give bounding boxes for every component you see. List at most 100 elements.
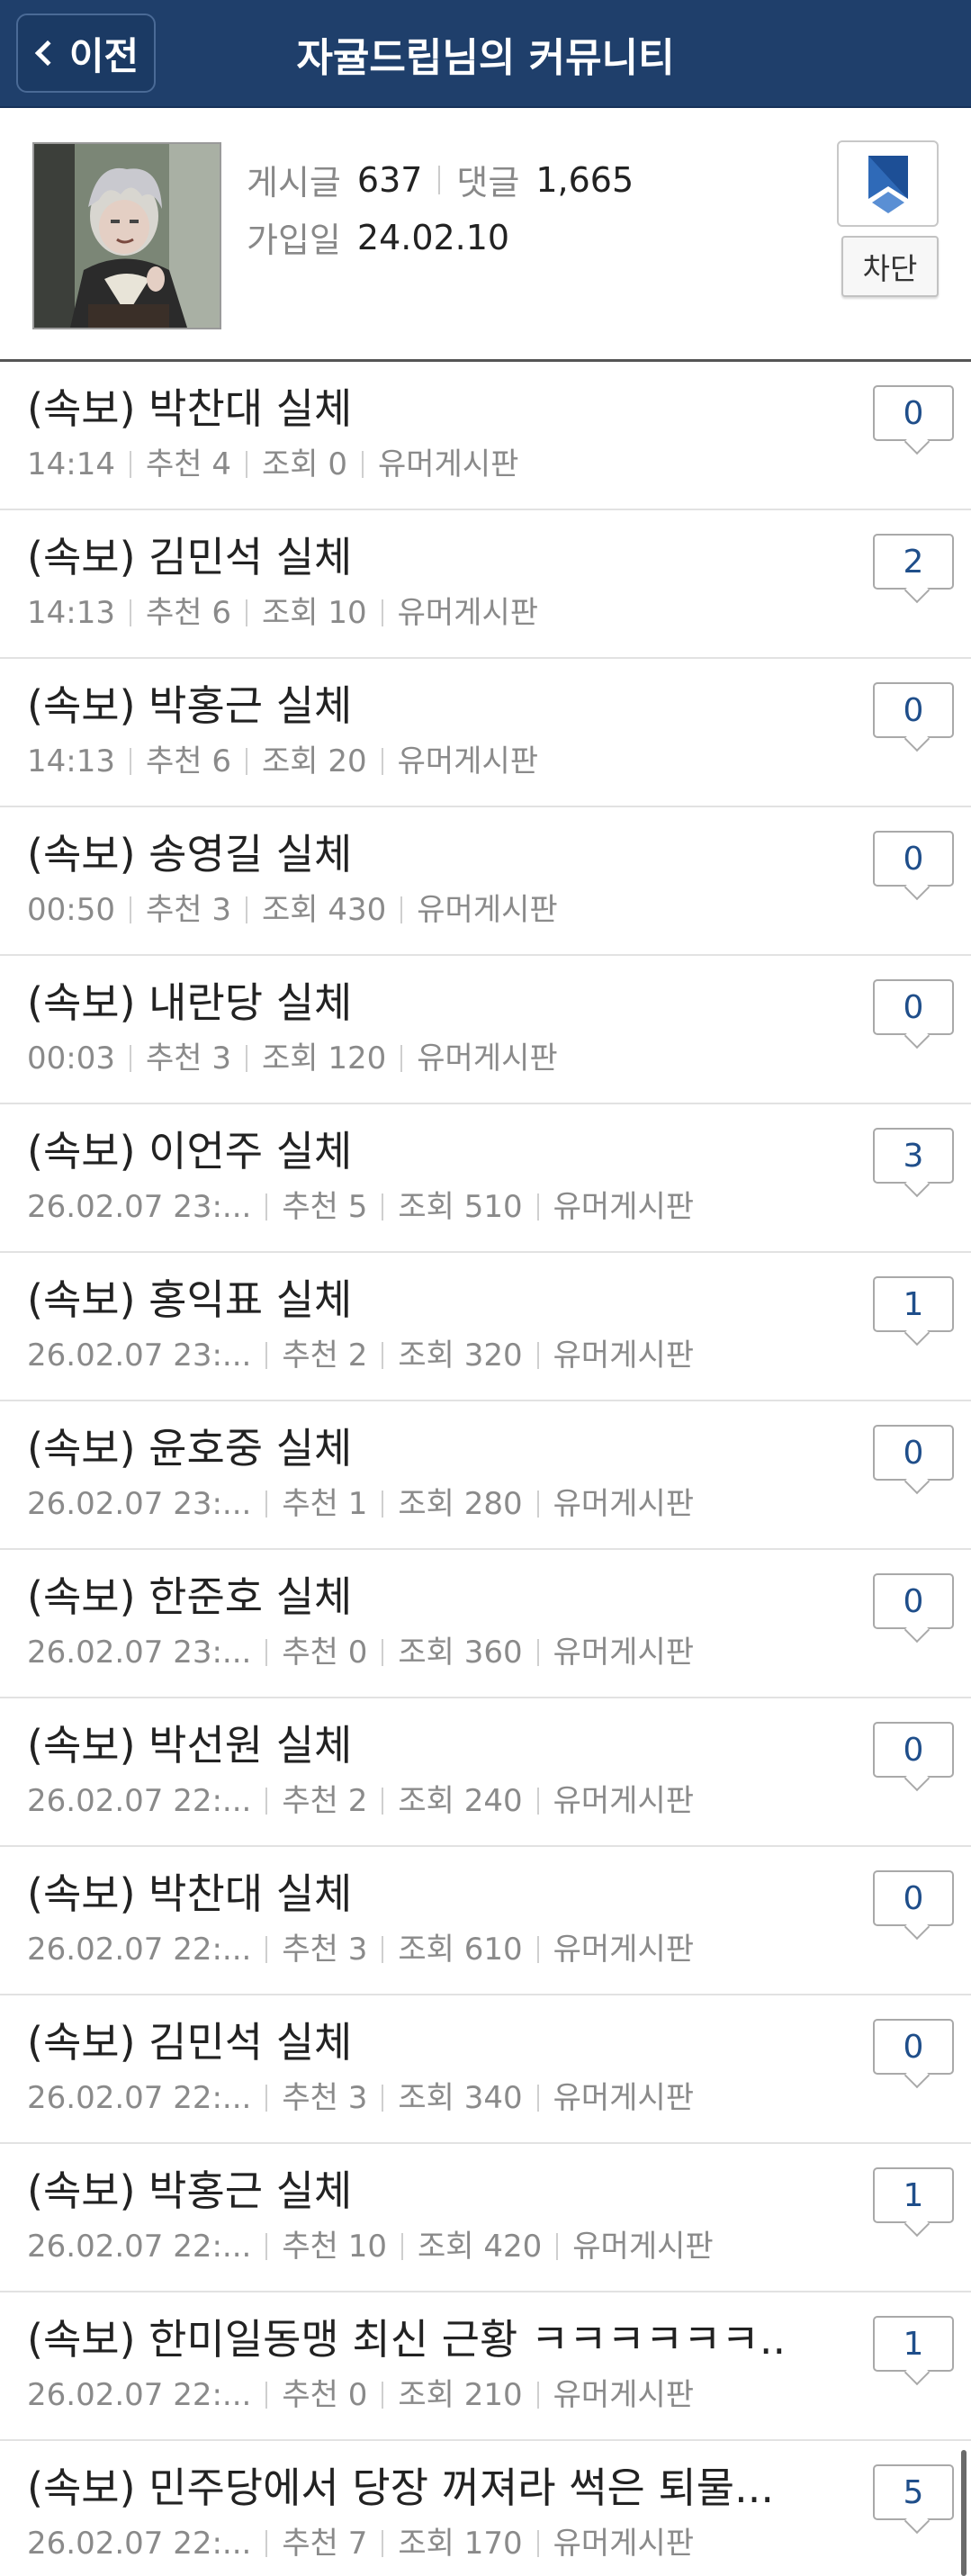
comment-count-badge[interactable]: 0: [873, 2019, 954, 2075]
post-title[interactable]: (속보) 한준호 실체: [27, 1568, 783, 1626]
post-recommend-count: 추천 3: [145, 1040, 231, 1076]
divider: [245, 896, 247, 923]
post-title[interactable]: (속보) 민주당에서 당장 꺼져라 썩은 퇴물...: [27, 2459, 783, 2517]
post-title[interactable]: (속보) 박홍근 실체: [27, 677, 783, 734]
list-item[interactable]: (속보) 김민석 실체 26.02.07 22:... 추천 3 조회 340 유머게시…: [0, 1995, 971, 2144]
chevron-left-icon: [34, 40, 61, 67]
divider: [536, 1936, 539, 1963]
comment-count-badge[interactable]: 0: [873, 1870, 954, 1926]
divider: [265, 1491, 268, 1518]
divider: [245, 599, 247, 626]
post-view-count: 조회 340: [398, 2080, 523, 2116]
divider: [400, 1045, 403, 1072]
post-title[interactable]: (속보) 송영길 실체: [27, 825, 783, 883]
post-time: 26.02.07 22:...: [27, 2526, 252, 2562]
avatar[interactable]: [32, 142, 221, 329]
comment-count-badge[interactable]: 1: [873, 1276, 954, 1332]
post-title[interactable]: (속보) 김민석 실체: [27, 2013, 783, 2071]
post-title[interactable]: (속보) 박찬대 실체: [27, 380, 783, 437]
back-button-label: 이전: [68, 33, 139, 78]
post-time: 26.02.07 22:...: [27, 2377, 252, 2413]
post-time: 26.02.07 22:...: [27, 2080, 252, 2116]
list-item[interactable]: (속보) 박찬대 실체 26.02.07 22:... 추천 3 조회 610 유머게시…: [0, 1847, 971, 1995]
list-item[interactable]: (속보) 민주당에서 당장 꺼져라 썩은 퇴물... 26.02.07 22:..…: [0, 2441, 971, 2576]
post-title[interactable]: (속보) 박선원 실체: [27, 1716, 783, 1774]
post-title[interactable]: (속보) 내란당 실체: [27, 974, 783, 1031]
divider: [536, 2382, 539, 2409]
comment-count-badge[interactable]: 0: [873, 1722, 954, 1778]
post-time: 00:50: [27, 892, 115, 928]
back-button[interactable]: 이전: [16, 14, 156, 93]
list-item[interactable]: (속보) 이언주 실체 26.02.07 23:... 추천 5 조회 510 유머게시…: [0, 1104, 971, 1253]
comment-count-badge[interactable]: 2: [873, 534, 954, 590]
list-item[interactable]: (속보) 박찬대 실체 14:14 추천 4 조회 0 유머게시판 0: [0, 362, 971, 510]
post-time: 14:13: [27, 595, 115, 631]
comment-count-badge[interactable]: 0: [873, 385, 954, 441]
post-view-count: 조회 210: [398, 2377, 523, 2413]
divider: [382, 1342, 384, 1369]
divider: [536, 1491, 539, 1518]
post-title[interactable]: (속보) 한미일동맹 최신 근황 ㅋㅋㅋㅋㅋㅋ...: [27, 2310, 783, 2368]
post-time: 14:13: [27, 743, 115, 779]
post-board-name: 유머게시판: [572, 2229, 714, 2265]
page-title: 자귤드립님의 커뮤니티: [296, 35, 675, 81]
post-view-count: 조회 280: [398, 1486, 523, 1522]
comment-count-badge[interactable]: 0: [873, 682, 954, 738]
divider: [129, 748, 131, 775]
post-time: 00:03: [27, 1040, 115, 1076]
post-time: 26.02.07 22:...: [27, 1932, 252, 1968]
post-recommend-count: 추천 3: [145, 892, 231, 928]
post-view-count: 조회 240: [398, 1783, 523, 1819]
list-item[interactable]: (속보) 박선원 실체 26.02.07 22:... 추천 2 조회 240 유머게시…: [0, 1698, 971, 1847]
post-recommend-count: 추천 3: [282, 1932, 368, 1968]
comment-count-badge[interactable]: 0: [873, 979, 954, 1035]
list-item[interactable]: (속보) 한미일동맹 최신 근황 ㅋㅋㅋㅋㅋㅋ... 26.02.07 22:..…: [0, 2292, 971, 2441]
post-board-name: 유머게시판: [553, 2526, 695, 2562]
divider: [129, 1045, 131, 1072]
post-title[interactable]: (속보) 김민석 실체: [27, 528, 783, 586]
list-item[interactable]: (속보) 김민석 실체 14:13 추천 6 조회 10 유머게시판 2: [0, 510, 971, 659]
list-item[interactable]: (속보) 내란당 실체 00:03 추천 3 조회 120 유머게시판 0: [0, 956, 971, 1104]
bookmark-button[interactable]: [837, 140, 939, 227]
comment-count-badge[interactable]: 3: [873, 1128, 954, 1184]
post-meta: 14:13 추천 6 조회 10 유머게시판: [27, 593, 538, 633]
comment-count-badge[interactable]: 1: [873, 2167, 954, 2223]
post-title[interactable]: (속보) 윤호중 실체: [27, 1419, 783, 1477]
divider: [536, 2085, 539, 2112]
post-recommend-count: 추천 10: [282, 2229, 387, 2265]
post-title[interactable]: (속보) 박홍근 실체: [27, 2162, 783, 2220]
comment-count-badge[interactable]: 0: [873, 1573, 954, 1629]
scrollbar[interactable]: [961, 2450, 967, 2576]
post-meta: 26.02.07 22:... 추천 3 조회 610 유머게시판: [27, 1930, 694, 1969]
divider: [536, 2530, 539, 2557]
list-item[interactable]: (속보) 송영길 실체 00:50 추천 3 조회 430 유머게시판 0: [0, 807, 971, 956]
post-title[interactable]: (속보) 이언주 실체: [27, 1122, 783, 1180]
list-item[interactable]: (속보) 홍익표 실체 26.02.07 23:... 추천 2 조회 320 유머게시…: [0, 1253, 971, 1401]
comment-count-badge[interactable]: 0: [873, 831, 954, 887]
divider: [382, 1788, 384, 1815]
post-title[interactable]: (속보) 박찬대 실체: [27, 1865, 783, 1923]
list-item[interactable]: (속보) 윤호중 실체 26.02.07 23:... 추천 1 조회 280 유머게시…: [0, 1401, 971, 1550]
post-recommend-count: 추천 5: [282, 1189, 368, 1225]
post-meta: 26.02.07 23:... 추천 0 조회 360 유머게시판: [27, 1633, 694, 1672]
divider: [382, 1936, 384, 1963]
block-button[interactable]: 차단: [841, 236, 939, 297]
post-recommend-count: 추천 3: [282, 2080, 368, 2116]
post-recommend-count: 추천 2: [282, 1338, 368, 1374]
comment-count-badge[interactable]: 5: [873, 2464, 954, 2520]
list-item[interactable]: (속보) 한준호 실체 26.02.07 23:... 추천 0 조회 360 유머게시…: [0, 1550, 971, 1698]
list-item[interactable]: (속보) 박홍근 실체 14:13 추천 6 조회 20 유머게시판 0: [0, 659, 971, 807]
post-time: 26.02.07 22:...: [27, 1783, 252, 1819]
post-title[interactable]: (속보) 홍익표 실체: [27, 1271, 783, 1329]
post-meta: 26.02.07 22:... 추천 0 조회 210 유머게시판: [27, 2375, 694, 2415]
comment-count-badge[interactable]: 0: [873, 1425, 954, 1481]
post-meta: 26.02.07 22:... 추천 7 조회 170 유머게시판: [27, 2524, 694, 2563]
post-view-count: 조회 320: [398, 1338, 523, 1374]
list-item[interactable]: (속보) 박홍근 실체 26.02.07 22:... 추천 10 조회 420 유머게…: [0, 2144, 971, 2292]
comments-label: 댓글: [456, 163, 520, 203]
post-recommend-count: 추천 0: [282, 2377, 368, 2413]
divider: [129, 896, 131, 923]
comment-count-badge[interactable]: 1: [873, 2316, 954, 2372]
post-time: 26.02.07 22:...: [27, 2229, 252, 2265]
divider: [361, 451, 364, 478]
